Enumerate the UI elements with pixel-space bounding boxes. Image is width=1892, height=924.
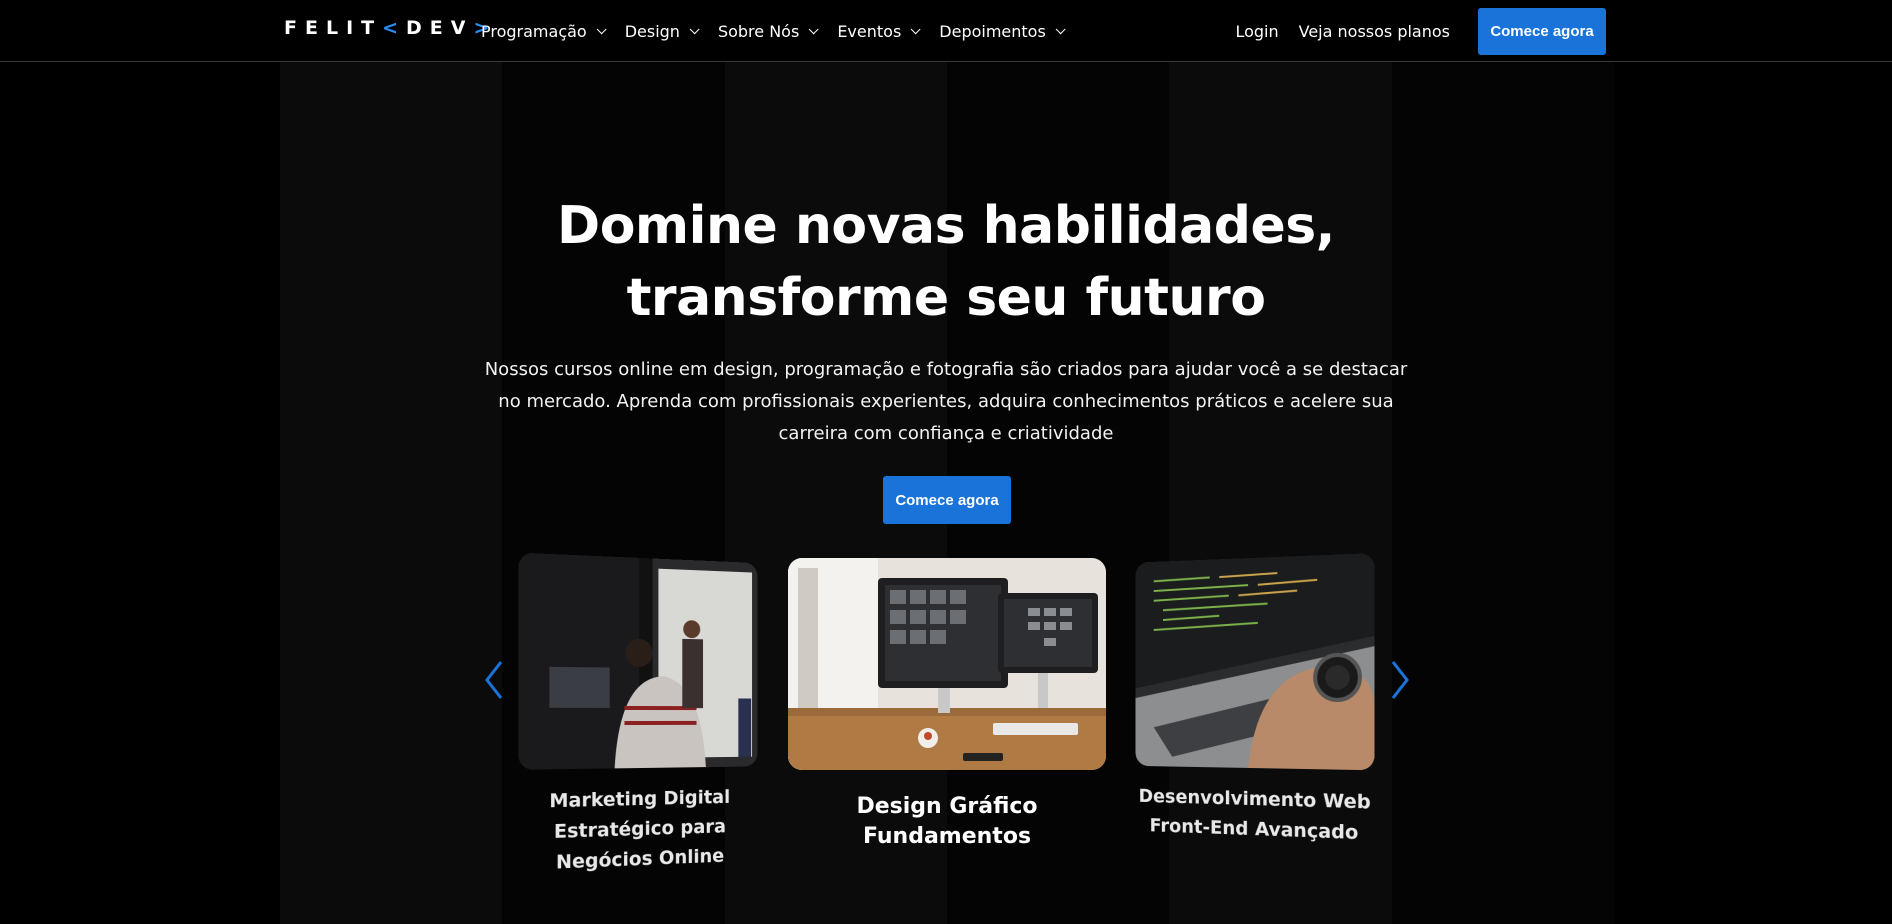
plans-link[interactable]: Veja nossos planos xyxy=(1299,22,1450,41)
hero-cta-button[interactable]: Comece agora xyxy=(883,476,1011,524)
header-actions: Login Veja nossos planos Comece agora xyxy=(1235,0,1606,62)
hero-title: Domine novas habilidades, transforme seu… xyxy=(557,196,1335,328)
logo[interactable]: FELIT<DEV> xyxy=(284,17,497,39)
chevron-down-icon xyxy=(910,23,921,34)
chevron-down-icon xyxy=(689,23,700,34)
course-card-marketing[interactable]: Marketing Digital Estratégico para Negóc… xyxy=(518,552,758,880)
hero-description: Nossos cursos online em design, programa… xyxy=(484,359,1408,444)
course-card-web-dev[interactable]: Desenvolvimento Web Front-End Avançado xyxy=(1135,553,1375,849)
hero-section: Domine novas habilidades, transforme seu… xyxy=(0,190,1892,450)
course-image xyxy=(518,552,758,770)
nav-item-eventos[interactable]: Eventos xyxy=(837,22,921,41)
carousel-next-arrow-icon[interactable] xyxy=(1390,660,1410,700)
nav-item-design[interactable]: Design xyxy=(625,22,700,41)
course-title: Desenvolvimento Web Front-End Avançado xyxy=(1138,785,1371,845)
nav-item-programacao[interactable]: Programação xyxy=(481,22,607,41)
chevron-down-icon xyxy=(1055,23,1066,34)
course-image xyxy=(1135,553,1375,771)
top-navbar: FELIT<DEV> Programação Design Sobre Nós … xyxy=(0,0,1892,62)
course-title: Design Gráfico Fundamentos xyxy=(856,794,1038,849)
course-carousel: Marketing Digital Estratégico para Negóc… xyxy=(0,552,1892,924)
carousel-prev-arrow-icon[interactable] xyxy=(484,660,504,700)
header-cta-button[interactable]: Comece agora xyxy=(1478,7,1606,55)
nav-item-depoimentos[interactable]: Depoimentos xyxy=(939,22,1066,41)
chevron-down-icon xyxy=(596,23,607,34)
main-nav: Programação Design Sobre Nós Eventos Dep… xyxy=(481,0,1066,62)
nav-item-sobre-nos[interactable]: Sobre Nós xyxy=(718,22,819,41)
course-image xyxy=(788,558,1106,770)
login-link[interactable]: Login xyxy=(1235,22,1278,41)
chevron-down-icon xyxy=(808,23,819,34)
course-title: Marketing Digital Estratégico para Negóc… xyxy=(549,786,731,874)
course-card-design[interactable]: Design Gráfico Fundamentos xyxy=(788,558,1106,852)
